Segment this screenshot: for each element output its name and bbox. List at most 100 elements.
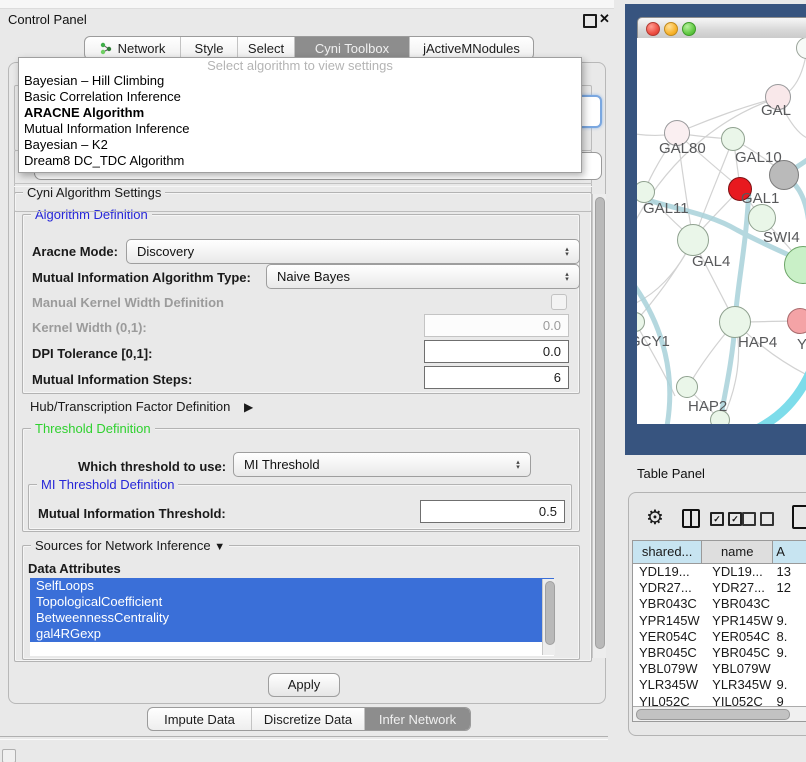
- close-window-icon[interactable]: ✕: [599, 11, 610, 27]
- network-icon: [100, 42, 113, 55]
- settings-scrollbar-track[interactable]: [592, 194, 606, 658]
- network-node[interactable]: [721, 127, 745, 151]
- select-all-icon[interactable]: ✓✓: [710, 512, 742, 526]
- network-canvas[interactable]: GALGAL80GAL10GAL11GAL1SWI4GAL4GCY1HAP4YH…: [637, 38, 806, 424]
- algorithm-option[interactable]: Dream8 DC_TDC Algorithm: [19, 153, 581, 169]
- control-panel-title: Control Panel: [8, 12, 87, 27]
- column-header-partial[interactable]: A: [773, 541, 806, 563]
- manual-kernel-checkbox[interactable]: [551, 294, 567, 310]
- network-node[interactable]: [748, 204, 776, 232]
- table-cell: YBL079W: [702, 661, 773, 677]
- node-table: shared... name A YDL19...YDL19...13YDR27…: [632, 540, 806, 722]
- sources-title-text: Sources for Network Inference: [35, 538, 211, 553]
- minimize-traffic-light-icon[interactable]: [664, 22, 678, 36]
- network-window-titlebar[interactable]: [637, 17, 806, 40]
- mi-threshold-group-title: MI Threshold Definition: [37, 477, 178, 492]
- table-row[interactable]: YPR145WYPR145W9.: [633, 613, 806, 629]
- data-attribute-item[interactable]: SelfLoops: [30, 578, 554, 594]
- mi-type-combobox[interactable]: Naive Bayes ▴▾: [266, 264, 580, 289]
- table-rows: YDL19...YDL19...13YDR27...YDR27...12YBR0…: [633, 564, 806, 710]
- table-row[interactable]: YBR045CYBR045C9.: [633, 645, 806, 661]
- node-label: GCY1: [637, 333, 670, 350]
- table-cell: YER054C: [633, 629, 702, 645]
- table-cell: 9.: [774, 677, 806, 693]
- file-function-icon[interactable]: [792, 505, 806, 529]
- node-label: GAL4: [692, 253, 730, 270]
- table-row[interactable]: YBR043CYBR043C: [633, 596, 806, 612]
- tab-style-label: Style: [195, 41, 224, 56]
- table-cell: 13: [774, 564, 806, 580]
- table-row[interactable]: YDR27...YDR27...12: [633, 580, 806, 596]
- node-label: HAP4: [738, 334, 777, 351]
- control-panel-titlebar: [0, 8, 612, 32]
- hub-expander[interactable]: Hub/Transcription Factor Definition ▶: [30, 399, 253, 414]
- bottom-tabbar: Impute Data Discretize Data Infer Networ…: [147, 707, 471, 731]
- tab-discretize-data[interactable]: Discretize Data: [252, 708, 365, 730]
- close-traffic-light-icon[interactable]: [646, 22, 660, 36]
- table-cell: [774, 661, 806, 677]
- tab-discretize-data-label: Discretize Data: [264, 712, 352, 727]
- tab-select[interactable]: Select: [238, 37, 295, 59]
- tab-style[interactable]: Style: [181, 37, 238, 59]
- table-hscrollbar-thumb[interactable]: [636, 709, 790, 720]
- tab-impute-data[interactable]: Impute Data: [148, 708, 252, 730]
- algorithm-option[interactable]: ARACNE Algorithm: [19, 105, 581, 121]
- which-threshold-value: MI Threshold: [234, 457, 510, 472]
- algorithm-dropdown-items: Bayesian – Hill ClimbingBasic Correlatio…: [19, 73, 581, 169]
- algorithm-dropdown-placeholder: Select algorithm to view settings: [19, 58, 581, 73]
- zoom-traffic-light-icon[interactable]: [682, 22, 696, 36]
- apply-button[interactable]: Apply: [268, 673, 340, 697]
- table-cell: YER054C: [702, 629, 773, 645]
- algorithm-option[interactable]: Bayesian – K2: [19, 137, 581, 153]
- kernel-width-field[interactable]: 0.0: [424, 314, 569, 337]
- column-header-shared-name[interactable]: shared...: [633, 541, 702, 563]
- table-row[interactable]: YDL19...YDL19...13: [633, 564, 806, 580]
- deselect-all-icon[interactable]: [742, 512, 774, 526]
- network-node[interactable]: [676, 376, 698, 398]
- table-hscrollbar-track[interactable]: [633, 706, 806, 721]
- table-row[interactable]: YLR345WYLR345W9.: [633, 677, 806, 693]
- table-cell: YBL079W: [633, 661, 702, 677]
- group-divider-line: [14, 183, 592, 187]
- hub-expander-label: Hub/Transcription Factor Definition: [30, 399, 230, 414]
- which-threshold-combobox[interactable]: MI Threshold ▴▾: [233, 452, 531, 477]
- network-node[interactable]: [637, 312, 645, 332]
- network-node[interactable]: [784, 246, 806, 284]
- mi-threshold-field[interactable]: 0.5: [420, 500, 565, 523]
- tab-network[interactable]: Network: [85, 37, 181, 59]
- table-row[interactable]: YER054CYER054C8.: [633, 629, 806, 645]
- data-attribute-item[interactable]: BetweennessCentrality: [30, 610, 554, 626]
- settings-scrollbar-thumb[interactable]: [595, 197, 605, 649]
- attributes-scrollbar-track[interactable]: [542, 579, 555, 655]
- aracne-mode-combobox[interactable]: Discovery ▴▾: [126, 239, 580, 264]
- network-node[interactable]: [796, 38, 806, 59]
- algorithm-option[interactable]: Mutual Information Inference: [19, 121, 581, 137]
- table-cell: YDL19...: [633, 564, 702, 580]
- table-cell: YPR145W: [633, 613, 702, 629]
- column-header-name[interactable]: name: [702, 541, 773, 563]
- tab-jactivemnodules[interactable]: jActiveMNodules: [410, 37, 533, 59]
- algorithm-option[interactable]: Basic Correlation Inference: [19, 89, 581, 105]
- column-layout-icon[interactable]: [682, 509, 700, 528]
- tab-infer-network[interactable]: Infer Network: [365, 708, 470, 730]
- tab-network-label: Network: [118, 41, 166, 56]
- mi-steps-field[interactable]: 6: [424, 366, 569, 389]
- table-cell: YDL19...: [702, 564, 773, 580]
- data-attribute-item[interactable]: gal4RGexp: [30, 626, 554, 642]
- float-window-icon[interactable]: [583, 14, 597, 28]
- dpi-tolerance-field[interactable]: 0.0: [424, 340, 569, 363]
- network-node[interactable]: [787, 308, 806, 334]
- table-row[interactable]: YBL079WYBL079W: [633, 661, 806, 677]
- network-node[interactable]: [677, 224, 709, 256]
- algorithm-option[interactable]: Bayesian – Hill Climbing: [19, 73, 581, 89]
- expander-down-arrow-icon[interactable]: ▼: [214, 541, 225, 553]
- combo-arrows-icon: ▴▾: [559, 272, 579, 282]
- node-label: Y: [797, 336, 806, 353]
- attributes-scrollbar-thumb[interactable]: [545, 581, 555, 645]
- gear-icon[interactable]: ⚙: [646, 505, 664, 530]
- data-attribute-item[interactable]: TopologicalCoefficient: [30, 594, 554, 610]
- table-cell: 9.: [774, 645, 806, 661]
- collapsed-panel-icon[interactable]: [2, 749, 16, 762]
- tab-cyni-toolbox[interactable]: Cyni Toolbox: [295, 37, 410, 59]
- aracne-mode-label: Aracne Mode:: [32, 244, 118, 259]
